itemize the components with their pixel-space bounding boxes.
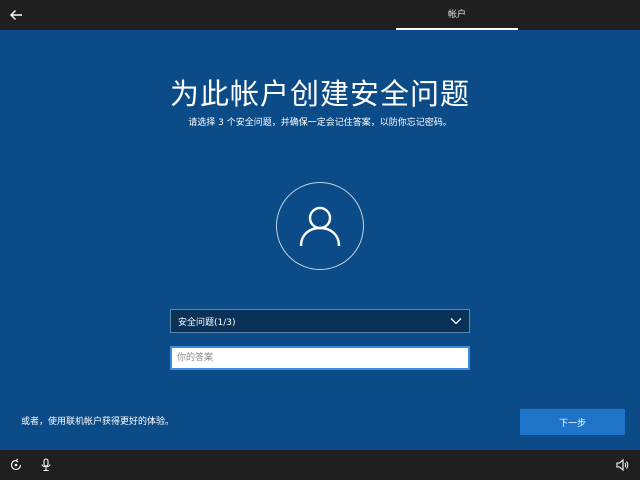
microphone-icon bbox=[41, 458, 51, 472]
top-bar: 帐户 bbox=[0, 0, 640, 30]
ease-of-access-icon bbox=[10, 458, 22, 471]
tab-underline bbox=[396, 28, 518, 30]
ease-of-access-button[interactable] bbox=[8, 457, 24, 473]
security-question-select[interactable]: 安全问题(1/3) bbox=[170, 309, 470, 333]
volume-button[interactable] bbox=[614, 457, 630, 473]
tab-account: 帐户 bbox=[447, 10, 466, 20]
arrow-left-icon bbox=[10, 10, 22, 20]
back-button[interactable] bbox=[6, 5, 26, 25]
chevron-down-icon bbox=[450, 318, 462, 325]
volume-icon bbox=[616, 458, 629, 472]
page-subtitle: 请选择 3 个安全问题，并确保一定会记住答案，以防你忘记密码。 bbox=[188, 118, 452, 128]
page-title: 为此帐户创建安全问题 bbox=[169, 77, 470, 111]
security-question-selected: 安全问题(1/3) bbox=[178, 317, 236, 328]
answer-input[interactable] bbox=[170, 346, 470, 370]
next-button[interactable]: 下一步 bbox=[520, 409, 625, 435]
avatar bbox=[276, 182, 364, 270]
user-icon bbox=[299, 206, 341, 247]
bottom-bar bbox=[0, 450, 640, 480]
online-account-link[interactable]: 或者，使用联机帐户获得更好的体验。 bbox=[21, 416, 174, 428]
microphone-button[interactable] bbox=[38, 457, 54, 473]
